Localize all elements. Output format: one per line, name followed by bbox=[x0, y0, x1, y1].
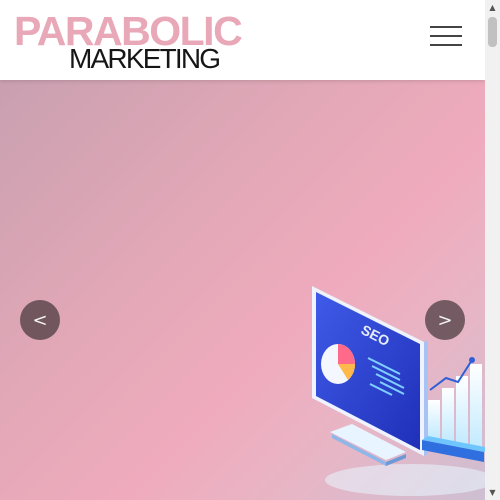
scroll-up-arrow-icon[interactable]: ▲ bbox=[485, 0, 500, 15]
hamburger-menu-icon[interactable] bbox=[430, 24, 464, 48]
slider-prev-button[interactable]: < bbox=[20, 300, 60, 340]
page: PARABOLIC MARKETING < > SEO bbox=[0, 0, 485, 500]
hero-slider: < > SEO bbox=[0, 80, 485, 500]
seo-monitor-illustration: SEO bbox=[312, 286, 485, 496]
vertical-scrollbar[interactable]: ▲ ▼ bbox=[485, 0, 500, 500]
menu-line bbox=[430, 35, 462, 37]
logo[interactable]: PARABOLIC MARKETING bbox=[14, 10, 254, 74]
site-header: PARABOLIC MARKETING bbox=[0, 0, 485, 80]
scroll-down-arrow-icon[interactable]: ▼ bbox=[485, 485, 500, 500]
menu-line bbox=[430, 44, 462, 46]
logo-marketing: MARKETING bbox=[69, 43, 221, 74]
menu-line bbox=[430, 26, 462, 28]
scroll-thumb[interactable] bbox=[488, 17, 497, 47]
